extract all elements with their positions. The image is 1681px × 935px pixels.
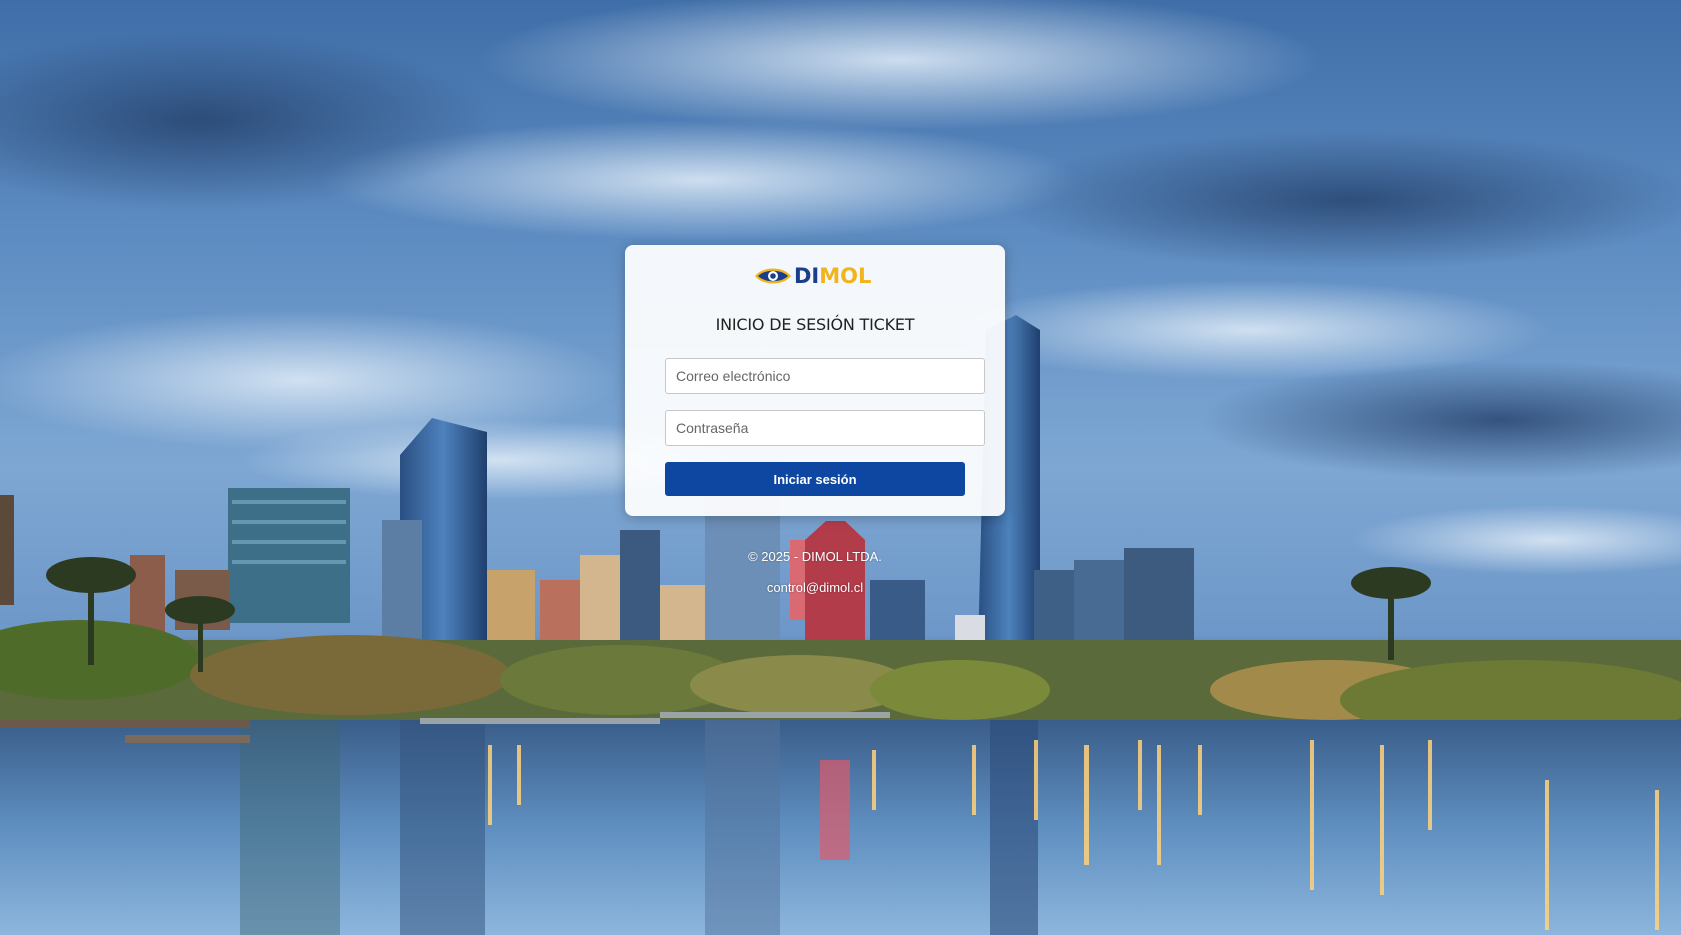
logo-text-part1: DI bbox=[794, 264, 820, 288]
eye-logo-icon bbox=[755, 268, 791, 284]
page-title: INICIO DE SESIÓN TICKET bbox=[715, 315, 915, 334]
company-logo: DIMOL bbox=[754, 263, 876, 289]
footer-email: control@dimol.cl bbox=[766, 580, 864, 595]
login-button[interactable]: Iniciar sesión bbox=[665, 462, 965, 496]
logo-wordmark: DIMOL bbox=[794, 263, 871, 289]
footer-copyright: © 2025 - DIMOL LTDA. bbox=[748, 549, 882, 564]
login-card: DIMOL INICIO DE SESIÓN TICKET Iniciar se… bbox=[625, 245, 1005, 516]
logo-text-part2: MOL bbox=[819, 264, 872, 288]
password-field[interactable] bbox=[665, 410, 985, 446]
email-field[interactable] bbox=[665, 358, 985, 394]
